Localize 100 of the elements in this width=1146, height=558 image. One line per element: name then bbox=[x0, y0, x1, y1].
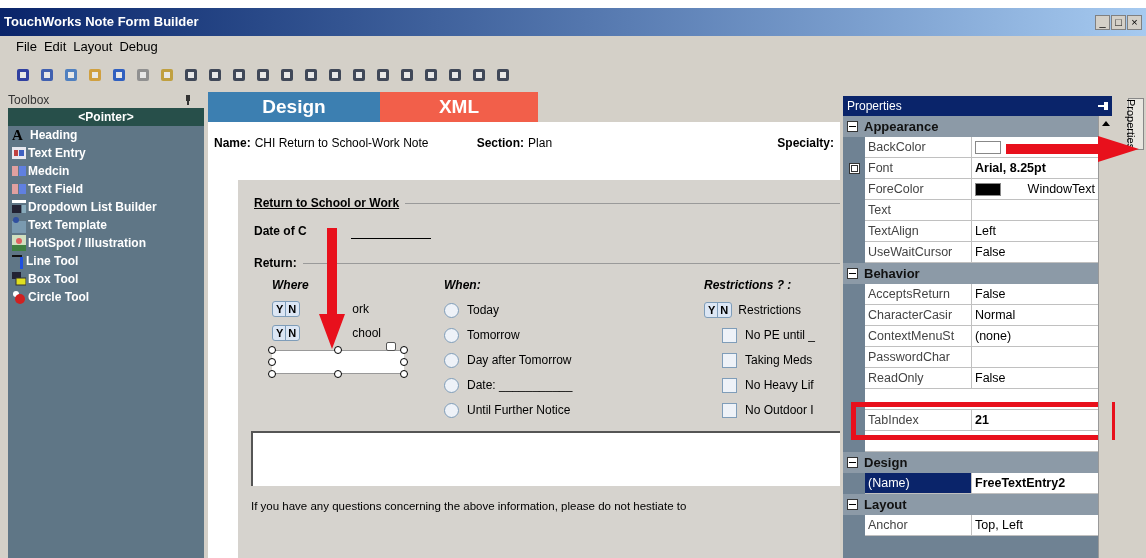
toolbox-item[interactable]: HotSpot / Illustration bbox=[8, 234, 204, 252]
property-name[interactable]: Anchor bbox=[865, 515, 972, 536]
property-name[interactable]: Font bbox=[865, 158, 972, 179]
property-name[interactable]: (Name) bbox=[865, 473, 972, 494]
option-label: Today bbox=[467, 302, 500, 319]
option-label: chool bbox=[352, 325, 381, 342]
toolbox-item[interactable]: Box Tool bbox=[8, 270, 204, 288]
radio-button[interactable] bbox=[444, 302, 459, 318]
menu-item[interactable]: Debug bbox=[119, 37, 158, 57]
dropdown-icon bbox=[12, 200, 26, 214]
box-icon bbox=[12, 272, 26, 286]
checkbox[interactable] bbox=[722, 402, 737, 418]
scroll-up-icon[interactable] bbox=[1100, 119, 1111, 127]
group-name: Layout bbox=[864, 495, 907, 514]
property-name[interactable]: BackColor bbox=[865, 137, 972, 158]
specialty-label: Specialty: bbox=[777, 135, 834, 152]
radio-button[interactable] bbox=[444, 352, 459, 368]
name-label: Name: bbox=[214, 135, 251, 152]
collapse-toggle[interactable] bbox=[847, 499, 858, 510]
option-label: Date: ___________ bbox=[467, 377, 573, 394]
property-name[interactable]: TabIndex bbox=[865, 410, 972, 431]
option-label: Day after Tomorrow bbox=[467, 352, 572, 369]
toolbox-item[interactable]: <Pointer> bbox=[8, 108, 204, 126]
property-name[interactable]: PasswordChar bbox=[865, 347, 972, 368]
return-label: Return: bbox=[254, 255, 297, 272]
menu-item[interactable]: Layout bbox=[73, 37, 113, 57]
circle-icon bbox=[12, 290, 26, 304]
toolbox-item[interactable]: Dropdown List Builder bbox=[8, 198, 204, 216]
when-label: When: bbox=[444, 277, 482, 294]
option-label: Restrictions bbox=[738, 302, 801, 319]
toolbox-item[interactable]: Line Tool bbox=[8, 252, 204, 270]
toolbox-item[interactable]: Text Template bbox=[8, 216, 204, 234]
text-field-icon bbox=[12, 183, 26, 195]
radio-button[interactable] bbox=[444, 402, 459, 418]
footer-text: If you have any questions concerning the above information, please do not hestiate to bbox=[251, 499, 688, 514]
free-text-box[interactable] bbox=[251, 431, 840, 486]
pin-icon[interactable] bbox=[1098, 102, 1108, 110]
property-name[interactable]: ReadOnly bbox=[865, 368, 972, 389]
template-icon bbox=[12, 217, 26, 233]
yes-no-toggle[interactable]: Y N bbox=[272, 301, 301, 317]
tab[interactable]: Design bbox=[208, 92, 380, 122]
checkbox[interactable] bbox=[722, 327, 737, 343]
resize-handle[interactable] bbox=[334, 346, 342, 354]
properties-title: Properties bbox=[847, 98, 902, 115]
date-label: Date of C bbox=[254, 223, 307, 240]
property-name[interactable]: ForeColor bbox=[865, 179, 972, 200]
toolbox-item[interactable]: Text Field bbox=[8, 180, 204, 198]
text-field-icon bbox=[12, 165, 26, 177]
toolbox-title: Toolbox bbox=[8, 92, 50, 109]
option-label: No Heavy Lif bbox=[745, 377, 814, 394]
group-name: Appearance bbox=[864, 117, 939, 136]
property-name[interactable]: TextAlign bbox=[865, 221, 972, 242]
property-value[interactable]: 21 bbox=[975, 410, 989, 430]
radio-button[interactable] bbox=[444, 327, 459, 343]
window-control[interactable]: _ bbox=[1095, 14, 1110, 30]
name-value: CHI Return to School-Work Note bbox=[254, 135, 430, 152]
collapse-toggle[interactable] bbox=[847, 121, 858, 132]
section-heading: Return to School or Work bbox=[254, 195, 400, 212]
checkbox[interactable] bbox=[722, 352, 737, 368]
smart-tag-icon[interactable] bbox=[386, 342, 396, 351]
checkbox[interactable] bbox=[722, 377, 737, 393]
property-value[interactable]: Left bbox=[975, 221, 996, 241]
option-label: Taking Meds bbox=[745, 352, 813, 369]
option-label: ork bbox=[352, 301, 369, 318]
option-label: No Outdoor I bbox=[745, 402, 814, 419]
collapse-toggle[interactable] bbox=[847, 457, 858, 468]
radio-button[interactable] bbox=[444, 377, 459, 393]
yes-no-toggle[interactable]: Y N bbox=[272, 325, 301, 341]
property-name[interactable]: CharacterCasir bbox=[865, 305, 972, 326]
collapse-toggle[interactable] bbox=[847, 268, 858, 279]
expand-toggle[interactable] bbox=[848, 163, 860, 174]
window-control[interactable]: □ bbox=[1111, 14, 1126, 30]
where-label: Where bbox=[272, 277, 310, 294]
property-name[interactable]: ContextMenuSt bbox=[865, 326, 972, 347]
toolbox-item[interactable]: Circle Tool bbox=[8, 288, 204, 306]
resize-handle[interactable] bbox=[334, 370, 342, 378]
option-label: Tomorrow bbox=[467, 327, 520, 344]
option-label: Until Further Notice bbox=[467, 402, 571, 419]
property-name[interactable]: Text bbox=[865, 200, 972, 221]
section-value: Plan bbox=[528, 135, 553, 152]
toolbox-item[interactable]: Medcin bbox=[8, 162, 204, 180]
selected-text-entry[interactable] bbox=[272, 350, 404, 374]
yes-no-toggle[interactable]: Y N bbox=[704, 302, 733, 318]
window-control[interactable]: × bbox=[1127, 14, 1142, 30]
pin-icon[interactable] bbox=[184, 95, 192, 105]
group-name: Behavior bbox=[864, 264, 920, 283]
window-title: TouchWorks Note Form Builder bbox=[4, 13, 199, 32]
restrictions-label: Restrictions ? : bbox=[704, 277, 793, 294]
property-name[interactable]: UseWaitCursor bbox=[865, 242, 972, 263]
toolbox-item[interactable]: Text Entry bbox=[8, 144, 204, 162]
toolbox-item[interactable]: A Heading bbox=[8, 126, 204, 144]
line-icon bbox=[12, 253, 24, 269]
menu-item[interactable]: File bbox=[16, 37, 37, 57]
group-name: Design bbox=[864, 453, 908, 472]
text-entry-icon bbox=[12, 147, 26, 159]
property-name[interactable]: AcceptsReturn bbox=[865, 284, 972, 305]
letter-icon: A bbox=[12, 127, 28, 143]
image-icon bbox=[12, 235, 26, 251]
menu-item[interactable]: Edit bbox=[43, 37, 67, 57]
option-label: No PE until _ bbox=[745, 327, 816, 344]
